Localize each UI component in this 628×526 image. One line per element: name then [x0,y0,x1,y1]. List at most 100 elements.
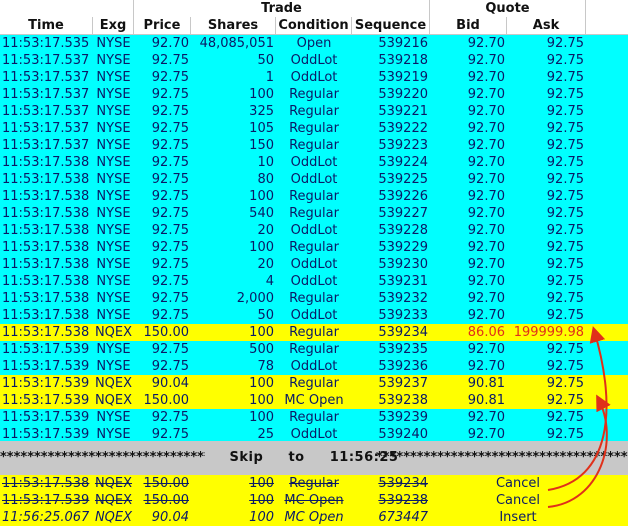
cell-price: 92.75 [151,172,189,187]
correction-row[interactable]: 11:53:17.539 NQEX 150.00 100 MC Open 539238 Ca… [0,492,628,509]
correction-cell-exg: NQEX [94,510,133,525]
cell-cond: Regular [289,342,339,357]
trade-row[interactable]: 11:53:17.538 NYSE 92.75 100 Regular 539226 92.… [0,188,628,205]
cell-shares: 1 [265,70,274,85]
cell-shares: 50 [257,53,274,68]
cell-price: 92.75 [151,87,189,102]
cell-time: 11:53:17.539 [2,410,90,425]
cell-seq: 539229 [378,240,428,255]
cell-cond: OddLot [290,53,338,68]
trade-row[interactable]: 11:53:17.537 NYSE 92.75 105 Regular 539222 92.… [0,120,628,137]
cell-cond: Regular [289,206,339,221]
trade-row[interactable]: 11:53:17.539 NYSE 92.75 100 Regular 539239 92.… [0,409,628,426]
trade-row[interactable]: 11:53:17.539 NYSE 92.75 500 Regular 539235 92.… [0,341,628,358]
cell-price: 92.70 [151,36,189,51]
cell-seq: 539216 [378,36,428,51]
column-header-exg[interactable]: Exg [93,17,134,34]
trade-row[interactable]: 11:53:17.535 NYSE 92.70 48,085,051 Open 53921… [0,35,628,52]
cell-time: 11:53:17.539 [2,342,90,357]
cell-cond: MC Open [284,393,344,408]
trade-row[interactable]: 11:53:17.539 NQEX 150.00 100 MC Open 539238 90… [0,392,628,409]
cell-bid: 92.70 [467,36,505,51]
correction-row[interactable]: 11:53:17.538 NQEX 150.00 100 Regular 539234 Ca… [0,475,628,492]
skip-bar[interactable]: ****************************** **********… [0,441,628,475]
trade-row[interactable]: 11:53:17.537 NYSE 92.75 100 Regular 539220 92.… [0,86,628,103]
correction-cell-cond: MC Open [284,510,344,525]
cell-ask: 92.75 [546,53,584,68]
cell-shares: 100 [249,189,274,204]
cell-ask: 92.75 [546,410,584,425]
trade-row[interactable]: 11:53:17.539 NQEX 90.04 100 Regular 539237 90.… [0,375,628,392]
trade-row[interactable]: 11:53:17.537 NYSE 92.75 1 OddLot 539219 92.70 9… [0,69,628,86]
cell-exg: NYSE [96,87,131,102]
trade-row[interactable]: 11:53:17.538 NYSE 92.75 20 OddLot 539228 92.70… [0,222,628,239]
trade-row[interactable]: 11:53:17.538 NYSE 92.75 100 Regular 539229 92.… [0,239,628,256]
cell-shares: 4 [265,274,274,289]
cell-ask: 92.75 [546,223,584,238]
column-header-ask[interactable]: Ask [507,17,586,34]
trade-row[interactable]: 11:53:17.537 NYSE 92.75 325 Regular 539221 92.… [0,103,628,120]
cell-bid: 92.70 [467,274,505,289]
cell-time: 11:53:17.538 [2,240,90,255]
cell-shares: 100 [249,325,274,340]
trade-row[interactable]: 11:53:17.538 NYSE 92.75 10 OddLot 539224 92.70… [0,154,628,171]
cell-time: 11:53:17.537 [2,87,90,102]
trade-row[interactable]: 11:53:17.538 NYSE 92.75 540 Regular 539227 92.… [0,205,628,222]
group-header-quote: Quote [430,0,586,17]
column-header-sequence[interactable]: Sequence [352,17,430,34]
correction-cell-shares: 100 [249,476,274,491]
cell-exg: NYSE [96,240,131,255]
cell-ask: 92.75 [546,291,584,306]
corrections-panel: 11:53:17.538 NQEX 150.00 100 Regular 539234 Ca… [0,475,628,526]
cell-bid: 90.81 [467,393,505,408]
cell-seq: 539231 [378,274,428,289]
correction-cell-price: 150.00 [143,493,190,508]
cell-price: 92.75 [151,257,189,272]
cell-shares: 2,000 [236,291,274,306]
trade-row[interactable]: 11:53:17.537 NYSE 92.75 50 OddLot 539218 92.70… [0,52,628,69]
cell-cond: Regular [289,325,339,340]
cell-price: 92.75 [151,53,189,68]
cell-exg: NYSE [96,138,131,153]
column-header-condition[interactable]: Condition [276,17,352,34]
cell-bid: 92.70 [467,257,505,272]
cell-time: 11:53:17.538 [2,155,90,170]
trade-row[interactable]: 11:53:17.538 NYSE 92.75 2,000 Regular 539232 9… [0,290,628,307]
trade-row[interactable]: 11:53:17.538 NYSE 92.75 20 OddLot 539230 92.70… [0,256,628,273]
column-header-shares[interactable]: Shares [191,17,276,34]
cell-shares: 100 [249,87,274,102]
trade-row[interactable]: 11:53:17.538 NQEX 150.00 100 Regular 539234 86… [0,324,628,341]
trade-row[interactable]: 11:53:17.537 NYSE 92.75 150 Regular 539223 92.… [0,137,628,154]
cell-price: 92.75 [151,240,189,255]
cell-price: 92.75 [151,70,189,85]
correction-row[interactable]: 11:56:25.067 NQEX 90.04 100 MC Open 673447 Ins… [0,509,628,526]
cell-ask: 92.75 [546,376,584,391]
correction-cell-price: 90.04 [151,510,189,525]
correction-cell-cond: Regular [289,476,339,491]
trade-row[interactable]: 11:53:17.538 NYSE 92.75 50 OddLot 539233 92.70… [0,307,628,324]
cell-bid: 92.70 [467,70,505,85]
cell-exg: NYSE [96,291,131,306]
cell-shares: 48,085,051 [199,36,274,51]
cell-ask: 92.75 [546,189,584,204]
column-header-price[interactable]: Price [134,17,191,34]
cell-exg: NYSE [96,223,131,238]
trade-row[interactable]: 11:53:17.538 NYSE 92.75 4 OddLot 539231 92.70 9… [0,273,628,290]
column-header-time[interactable]: Time [0,17,93,34]
cell-cond: OddLot [290,70,338,85]
correction-cell-exg: NQEX [94,476,133,491]
cell-seq: 539230 [378,257,428,272]
cell-cond: OddLot [290,308,338,323]
cell-cond: Regular [289,87,339,102]
trade-row[interactable]: 11:53:17.539 NYSE 92.75 78 OddLot 539236 92.70… [0,358,628,375]
cell-seq: 539232 [378,291,428,306]
cell-ask: 92.75 [546,308,584,323]
cell-exg: NYSE [96,359,131,374]
column-header-bid[interactable]: Bid [430,17,507,34]
cell-bid: 92.70 [467,138,505,153]
trade-row[interactable]: 11:53:17.538 NYSE 92.75 80 OddLot 539225 92.70… [0,171,628,188]
cell-time: 11:53:17.538 [2,325,90,340]
correction-cell-action: Cancel [495,493,541,508]
cell-bid: 92.70 [467,342,505,357]
correction-cell-shares: 100 [249,493,274,508]
